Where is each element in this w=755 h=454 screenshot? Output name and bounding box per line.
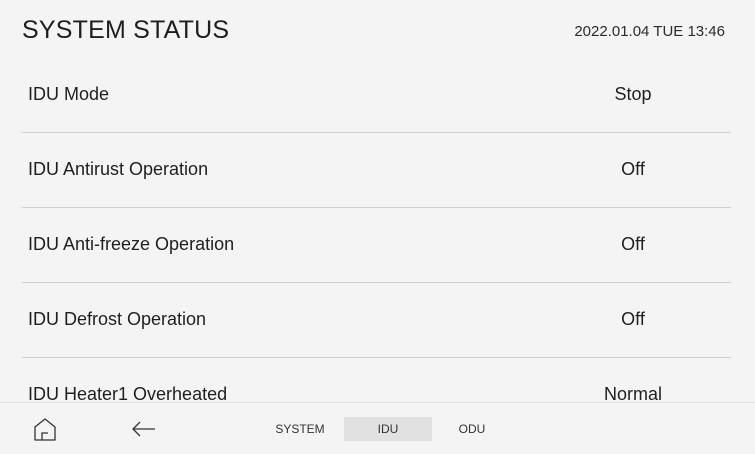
status-row-antirust: IDU Antirust Operation Off — [0, 133, 755, 208]
status-row-defrost: IDU Defrost Operation Off — [0, 283, 755, 358]
status-row-idu-mode: IDU Mode Stop — [0, 62, 755, 133]
back-arrow-icon[interactable] — [130, 415, 158, 443]
row-value: Normal — [603, 384, 662, 402]
home-icon[interactable] — [31, 415, 59, 443]
tab-odu[interactable]: ODU — [440, 417, 504, 441]
status-list[interactable]: IDU Mode Stop IDU Antirust Operation Off… — [0, 62, 755, 402]
datetime-display: 2022.01.04 TUE 13:46 — [574, 23, 725, 40]
row-label: IDU Mode — [28, 84, 110, 104]
row-label: IDU Heater1 Overheated — [28, 384, 228, 402]
row-label: IDU Defrost Operation — [28, 309, 207, 329]
page-title: SYSTEM STATUS — [22, 16, 230, 44]
row-value: Off — [621, 159, 645, 179]
tab-idu[interactable]: IDU — [344, 417, 432, 441]
row-value: Stop — [614, 84, 652, 104]
status-row-anti-freeze: IDU Anti-freeze Operation Off — [0, 208, 755, 283]
row-value: Off — [621, 234, 645, 254]
status-row-heater1: IDU Heater1 Overheated Normal — [0, 358, 755, 402]
bottom-navigation: SYSTEM IDU ODU — [0, 402, 755, 454]
row-label: IDU Anti-freeze Operation — [28, 234, 235, 254]
tab-system[interactable]: SYSTEM — [255, 417, 345, 441]
row-value: Off — [621, 309, 645, 329]
row-label: IDU Antirust Operation — [28, 159, 209, 179]
header: SYSTEM STATUS 2022.01.04 TUE 13:46 — [0, 0, 755, 68]
system-status-screen: SYSTEM STATUS 2022.01.04 TUE 13:46 IDU M… — [0, 0, 755, 454]
